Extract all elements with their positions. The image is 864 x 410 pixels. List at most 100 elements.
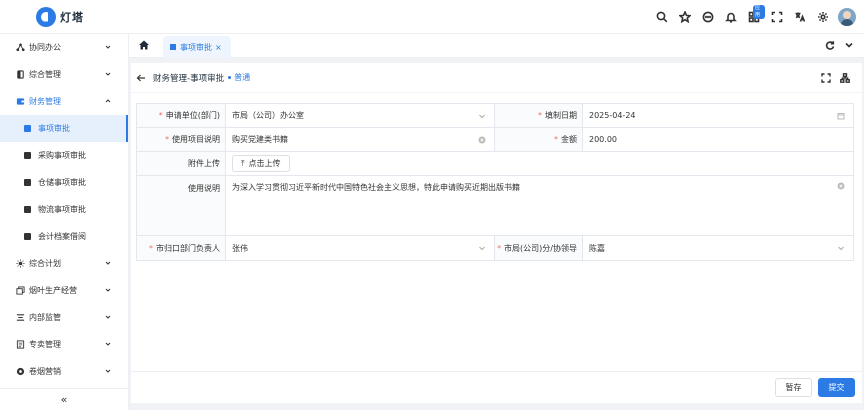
submit-button[interactable]: 提交 <box>818 378 855 397</box>
sidebar-item-collab[interactable]: 协同办公 <box>0 34 128 61</box>
attachment-field: ⤒ 点击上传 <box>226 152 853 175</box>
menu-square-icon <box>24 125 31 132</box>
dept-head-select[interactable]: 张伟 <box>226 236 494 260</box>
clear-icon[interactable] <box>478 136 486 144</box>
back-arrow-icon[interactable] <box>136 73 146 83</box>
date-label: * 填制日期 <box>494 104 583 127</box>
date-value: 2025-04-24 <box>589 111 636 120</box>
share-icon <box>15 43 25 53</box>
chevron-down-icon <box>479 114 485 118</box>
fullscreen-icon[interactable] <box>765 0 788 34</box>
description-textarea[interactable]: 为深入学习贯彻习近平新时代中国特色社会主义思想，特此申请购买近期出版书籍 <box>226 176 853 235</box>
required-mark: * <box>149 243 153 253</box>
sidebar-item-label: 综合计划 <box>29 259 61 268</box>
bell-icon[interactable] <box>719 0 742 34</box>
page-title: 财务管理-事项审批 <box>153 73 225 84</box>
sidebar-item-general[interactable]: 综合管理 <box>0 61 128 88</box>
chevron-down-icon <box>105 369 111 373</box>
logo-text: 灯塔 <box>60 10 84 24</box>
page-header: 财务管理-事项审批 普通 <box>131 63 862 93</box>
sidebar-subitem-label: 事项审批 <box>38 124 70 133</box>
gear-icon <box>15 367 25 377</box>
tag-dot <box>228 76 232 79</box>
sidebar-subitem-approval[interactable]: 事项审批 <box>0 115 128 142</box>
form-row-attachment: 附件上传 ⤒ 点击上传 <box>137 152 853 176</box>
page-header-actions <box>812 73 850 83</box>
gear-icon[interactable] <box>811 0 834 34</box>
form-row-unit-date: * 申请单位(部门) 市局（公司）办公室 * 填制日期 2025-04-24 <box>137 104 853 128</box>
sidebar-subitem-storage[interactable]: 仓储事项审批 <box>0 169 128 196</box>
priority-tag: 普通 <box>228 72 250 83</box>
translate-icon[interactable] <box>788 0 811 34</box>
org-chart-icon[interactable] <box>840 73 850 83</box>
sidebar-subitem-label: 采购事项审批 <box>38 151 86 160</box>
required-mark: * <box>497 243 502 253</box>
sidebar-item-monopoly[interactable]: 专卖管理 <box>0 331 128 358</box>
project-value: 购买党建类书籍 <box>232 135 288 144</box>
sun-icon <box>15 259 25 269</box>
sidebar-collapse-button[interactable]: « <box>0 388 128 410</box>
app-grid-icon[interactable]: 应用 <box>742 0 765 34</box>
priority-tag-label: 普通 <box>234 73 251 82</box>
wallet-icon <box>15 97 25 107</box>
menu-square-icon <box>24 179 31 186</box>
sidebar-item-supervision[interactable]: 内部监管 <box>0 304 128 331</box>
chevron-down-icon <box>105 261 111 265</box>
sidebar-subitem-label: 会计档案借阅 <box>38 232 86 241</box>
sidebar-item-tobacco[interactable]: 烟叶生产经营 <box>0 277 128 304</box>
fullscreen-icon[interactable] <box>821 73 831 83</box>
leader-select[interactable]: 陈嘉 <box>583 236 853 260</box>
sidebar-item-marketing[interactable]: 卷烟营销 <box>0 358 128 385</box>
unit-label: * 申请单位(部门) <box>137 104 226 127</box>
chevron-down-icon[interactable] <box>844 40 854 50</box>
chevron-up-icon <box>105 99 111 103</box>
sidebar-subitem-archive[interactable]: 会计档案借阅 <box>0 223 128 250</box>
tab-label: 事项审批 <box>180 42 212 52</box>
required-mark: * <box>158 111 163 120</box>
draft-button[interactable]: 暂存 <box>775 378 812 397</box>
sidebar-item-label: 烟叶生产经营 <box>29 286 77 295</box>
sidebar-item-finance[interactable]: 财务管理 <box>0 88 128 115</box>
leader-value: 陈嘉 <box>589 243 605 253</box>
chevron-down-icon <box>105 45 111 49</box>
sidebar-subitem-purchase[interactable]: 采购事项审批 <box>0 142 128 169</box>
app-logo[interactable]: 灯塔 <box>36 6 84 27</box>
upload-button[interactable]: ⤒ 点击上传 <box>232 155 290 172</box>
clear-icon[interactable] <box>837 182 845 190</box>
star-icon[interactable] <box>673 0 696 34</box>
form-row-project-amount: * 使用项目说明 购买党建类书籍 * 金额 200.00 <box>137 128 853 152</box>
doc-icon <box>15 340 25 350</box>
description-label-text: 使用说明 <box>188 184 220 193</box>
tabs-bar: 事项审批 × <box>129 34 864 58</box>
project-label: * 使用项目说明 <box>137 128 226 151</box>
refresh-icon[interactable] <box>825 40 835 50</box>
top-header: 灯塔 应用 <box>0 0 864 34</box>
sidebar-item-plan[interactable]: 综合计划 <box>0 250 128 277</box>
sidebar-item-label: 专卖管理 <box>29 340 61 349</box>
description-value: 为深入学习贯彻习近平新时代中国特色社会主义思想，特此申请购买近期出版书籍 <box>232 183 520 192</box>
unit-select[interactable]: 市局（公司）办公室 <box>226 104 494 127</box>
amount-label-text: 金额 <box>561 135 577 144</box>
close-icon[interactable]: × <box>215 43 222 52</box>
required-mark: * <box>165 135 169 144</box>
date-picker[interactable]: 2025-04-24 <box>583 104 853 127</box>
amount-input[interactable]: 200.00 <box>583 128 853 151</box>
sidebar-subitem-logistics[interactable]: 物流事项审批 <box>0 196 128 223</box>
leader-label: * 市局(公司)分/协领导 <box>494 236 583 260</box>
unit-value: 市局（公司）办公室 <box>232 111 304 120</box>
chat-icon[interactable] <box>696 0 719 34</box>
description-label: 使用说明 <box>137 176 226 235</box>
chevron-down-icon <box>105 72 111 76</box>
sidebar-item-label: 财务管理 <box>29 97 61 106</box>
project-input[interactable]: 购买党建类书籍 <box>226 128 494 151</box>
tab-approval[interactable]: 事项审批 × <box>163 36 231 58</box>
home-icon[interactable] <box>138 39 150 51</box>
logo-mark <box>36 6 56 27</box>
chevron-down-icon <box>105 288 111 292</box>
calendar-icon <box>837 112 845 119</box>
search-icon[interactable] <box>650 0 673 34</box>
upload-button-label: 点击上传 <box>248 159 281 168</box>
content-card: 财务管理-事项审批 普通 * 申请单位(部门) 市局（公司）办公室 * 填制日期 2… <box>131 63 862 403</box>
sidebar-item-label: 综合管理 <box>29 70 61 79</box>
user-avatar[interactable] <box>838 8 856 26</box>
